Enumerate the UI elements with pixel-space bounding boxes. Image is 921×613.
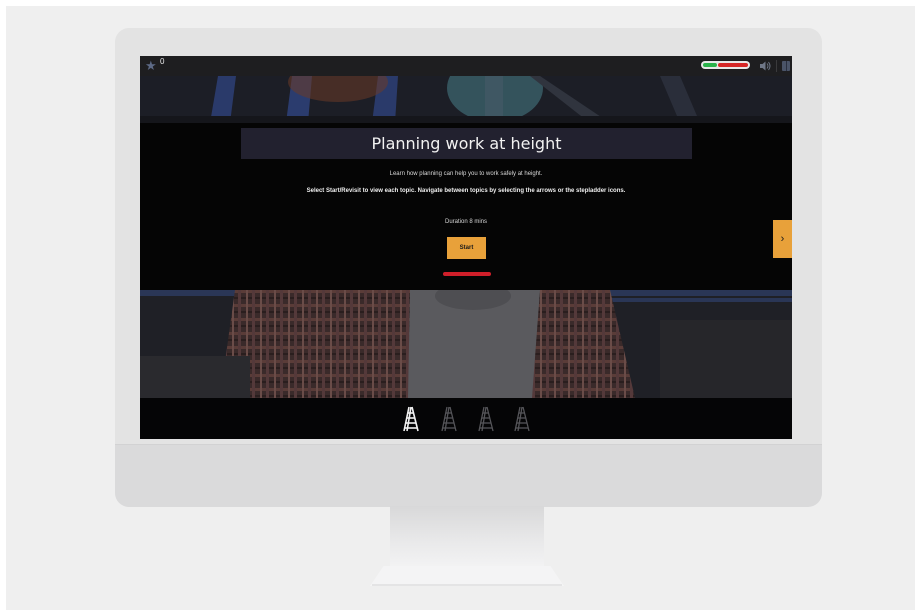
instruction-text: Select Start/Revisit to view each topic.…: [306, 188, 626, 194]
page: ★ 0 Planning work at height Learn how pl…: [0, 0, 921, 613]
worker-image: [140, 290, 792, 398]
duration-text: Duration 8 mins: [444, 219, 488, 225]
monitor-base-edge: [372, 584, 562, 586]
stepladder-icon[interactable]: [477, 406, 495, 432]
monitor-chin: [115, 444, 822, 507]
start-underline: [443, 272, 491, 276]
next-arrow-button[interactable]: ›: [773, 220, 792, 258]
stepladder-icon[interactable]: [513, 406, 531, 432]
stepladder-icon[interactable]: [402, 406, 420, 432]
stepladder-icon[interactable]: [440, 406, 458, 432]
course-screen: ★ 0 Planning work at height Learn how pl…: [140, 56, 792, 439]
background-photo-bottom: [140, 290, 792, 398]
progress-bar: [701, 61, 750, 69]
intro-text: Learn how planning can help you to work …: [389, 171, 543, 177]
progress-completed: [703, 63, 717, 67]
intro-panel: Planning work at height Learn how planni…: [140, 123, 792, 290]
speaker-icon[interactable]: [758, 59, 772, 73]
progress-remaining: [718, 63, 748, 67]
monitor-stand: [390, 506, 544, 566]
topic-navigation: [140, 398, 792, 439]
start-button[interactable]: Start: [447, 237, 486, 259]
score-count: 0: [160, 57, 165, 66]
menu-icon[interactable]: [781, 59, 791, 73]
monitor-base: [370, 566, 564, 586]
background-photo-top: [140, 76, 792, 123]
page-title: Planning work at height: [371, 134, 562, 153]
title-banner: Planning work at height: [241, 128, 692, 159]
star-icon: ★: [145, 58, 157, 73]
toolbar-divider: [776, 60, 777, 72]
scaffold-image: [140, 76, 792, 123]
top-toolbar: ★ 0: [140, 56, 792, 76]
